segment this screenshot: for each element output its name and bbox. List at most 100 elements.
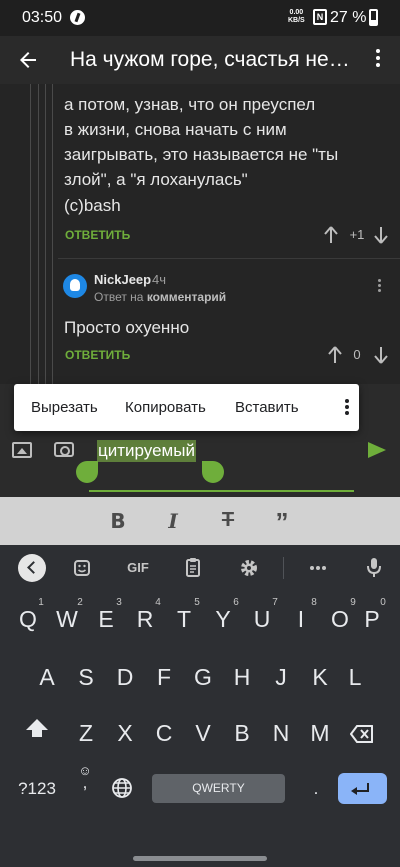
more-options-icon[interactable] — [344, 398, 350, 418]
italic-icon[interactable]: I — [161, 509, 185, 533]
enter-key[interactable] — [338, 773, 387, 804]
key-f[interactable]: F — [147, 655, 181, 699]
key-c[interactable]: C — [147, 711, 181, 755]
app-bar: На чужом горе, счастья не построишь — [0, 36, 400, 84]
key-a[interactable]: A — [30, 655, 64, 699]
upvote-icon[interactable] — [324, 226, 338, 244]
camera-icon[interactable] — [54, 442, 74, 457]
reply-button[interactable]: ОТВЕТИТЬ — [65, 228, 130, 242]
downvote-icon[interactable] — [374, 226, 388, 244]
bold-icon[interactable]: B — [106, 509, 130, 533]
space-key[interactable]: QWERTY — [152, 774, 285, 803]
comment-input[interactable]: цитируемый — [76, 436, 354, 492]
key-k[interactable]: K — [303, 655, 337, 699]
copy-menu-item[interactable]: Копировать — [125, 399, 206, 416]
toolbar-divider — [283, 557, 284, 579]
vote-control: +1 — [324, 225, 390, 245]
key-z[interactable]: Z — [69, 711, 103, 755]
sticker-icon[interactable] — [68, 555, 96, 581]
comment-line: заигрывать, это называется не "ты — [64, 145, 339, 164]
image-attach-icon[interactable] — [12, 442, 32, 458]
selection-handle-start[interactable] — [76, 461, 98, 483]
comment-line: злой", а "я лоханулась" — [64, 170, 248, 189]
reply-button[interactable]: ОТВЕТИТЬ — [65, 348, 130, 362]
net-speed-value: 0.00 — [289, 9, 304, 16]
thread-line — [38, 84, 39, 384]
comment-text: Просто охуенно — [64, 318, 190, 337]
microphone-icon[interactable] — [360, 555, 388, 581]
send-icon[interactable] — [368, 442, 386, 458]
avatar[interactable] — [63, 274, 87, 298]
comment-menu-icon[interactable] — [375, 278, 383, 294]
settings-gear-icon[interactable] — [235, 555, 263, 581]
post-title: На чужом горе, счастья не построишь — [70, 48, 355, 71]
key-d[interactable]: D — [108, 655, 142, 699]
clipboard-icon[interactable] — [179, 555, 207, 581]
comment-line: в жизни, снова начать с ним — [64, 120, 287, 139]
key-t[interactable]: T — [167, 597, 201, 641]
reply-to-label: Ответ на комментарий — [94, 290, 226, 304]
key-l[interactable]: L — [338, 655, 372, 699]
comment-line: (c)bash — [64, 196, 121, 215]
keyboard-back-icon[interactable] — [18, 554, 46, 582]
more-dots-icon[interactable] — [304, 555, 332, 581]
reply-to-link[interactable]: комментарий — [147, 290, 226, 304]
key-q[interactable]: Q — [11, 597, 45, 641]
gif-icon[interactable]: GIF — [123, 555, 153, 581]
key-e[interactable]: E — [89, 597, 123, 641]
shift-icon[interactable] — [26, 719, 48, 737]
key-y[interactable]: Y — [206, 597, 240, 641]
formatting-toolbar: B I T ” — [0, 497, 400, 545]
status-time: 03:50 — [22, 9, 63, 26]
thread-line — [52, 84, 53, 384]
comment-line: а потом, узнав, что он преуспел — [64, 95, 316, 114]
key-o[interactable]: O — [323, 597, 357, 641]
key-w[interactable]: W — [50, 597, 84, 641]
comment-composer: цитируемый Вырезать Копировать Вставить — [0, 384, 400, 497]
input-underline — [89, 490, 354, 492]
thread-line — [30, 84, 31, 384]
key-p[interactable]: P — [355, 597, 389, 641]
reply-to-prefix: Ответ на — [94, 290, 144, 304]
key-n[interactable]: N — [264, 711, 298, 755]
comment-author[interactable]: NickJeep — [94, 272, 151, 287]
upvote-icon[interactable] — [328, 346, 342, 364]
key-u[interactable]: U — [245, 597, 279, 641]
strikethrough-icon[interactable]: T — [216, 509, 240, 532]
vote-count: +1 — [349, 227, 365, 242]
keyboard: GIF 1 Q 2 W 3 E 4 R 5 T 6 Y 7 U 8 I 9 O … — [0, 545, 400, 867]
quote-icon[interactable]: ” — [270, 507, 294, 538]
key-g[interactable]: G — [186, 655, 220, 699]
battery-percent: 27 % — [330, 9, 367, 26]
back-arrow-icon[interactable] — [16, 48, 40, 72]
key-i[interactable]: I — [284, 597, 318, 641]
text-selection-menu: Вырезать Копировать Вставить — [14, 384, 359, 431]
key-x[interactable]: X — [108, 711, 142, 755]
thread-line — [45, 84, 46, 384]
key-s[interactable]: S — [69, 655, 103, 699]
globe-icon[interactable] — [111, 777, 133, 799]
key-h[interactable]: H — [225, 655, 259, 699]
selection-handle-end[interactable] — [202, 461, 224, 483]
key-m[interactable]: M — [303, 711, 337, 755]
key-r[interactable]: R — [128, 597, 162, 641]
net-speed: 0.00 KB/S — [288, 9, 305, 25]
key-v[interactable]: V — [186, 711, 220, 755]
key-j[interactable]: J — [264, 655, 298, 699]
overflow-menu-icon[interactable] — [366, 46, 390, 74]
selected-text[interactable]: цитируемый — [97, 440, 196, 462]
comma-key[interactable]: , — [72, 773, 98, 817]
cut-menu-item[interactable]: Вырезать — [31, 399, 98, 416]
battery-icon — [369, 9, 378, 26]
paste-menu-item[interactable]: Вставить — [235, 399, 299, 416]
vote-count: 0 — [353, 347, 361, 362]
vote-control: 0 — [324, 345, 390, 365]
backspace-icon[interactable] — [350, 725, 374, 743]
home-indicator[interactable] — [133, 856, 267, 861]
symbols-key[interactable]: ?123 — [14, 767, 60, 811]
net-speed-unit: KB/S — [288, 17, 305, 24]
downvote-icon[interactable] — [374, 346, 388, 364]
key-b[interactable]: B — [225, 711, 259, 755]
keyboard-toolbar: GIF — [0, 545, 400, 591]
period-key[interactable]: . — [305, 767, 327, 811]
